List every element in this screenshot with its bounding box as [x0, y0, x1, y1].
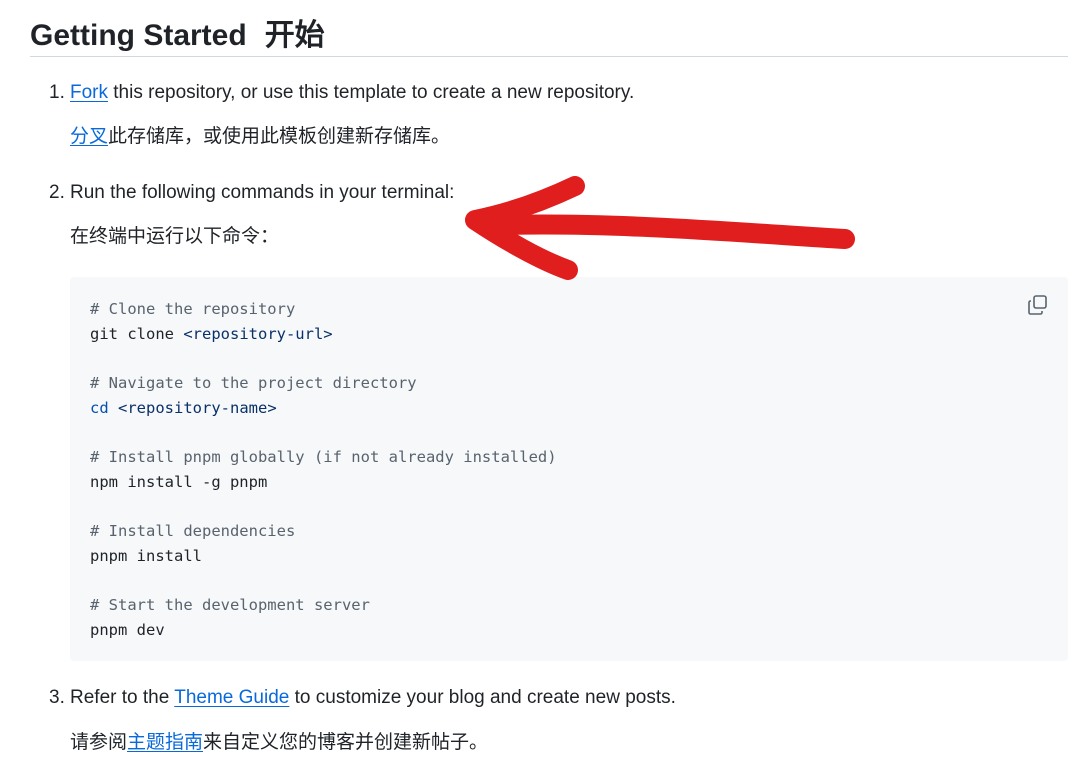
step-1-body-zh: 此存储库，或使用此模板创建新存储库。 [108, 126, 451, 147]
code-command: git clone [90, 325, 184, 343]
step-1-body: this repository, or use this template to… [108, 82, 635, 103]
step-3-text-zh: 请参阅主题指南来自定义您的博客并创建新帖子。 [70, 727, 488, 754]
page-title: Getting Started 开始 [30, 10, 325, 54]
step-3-before: Refer to the [70, 687, 175, 708]
copy-icon[interactable] [1026, 293, 1050, 317]
theme-guide-link-zh[interactable]: 主题指南 [127, 732, 203, 753]
fork-link-zh[interactable]: 分叉 [70, 126, 108, 147]
code-comment: # Install dependencies [90, 522, 296, 540]
code-line: cd <repository-name> [90, 399, 277, 417]
step-2-text-zh: 在终端中运行以下命令： [70, 226, 280, 247]
step-3-after: to customize your blog and create new po… [289, 687, 676, 708]
code-comment: # Navigate to the project directory [90, 374, 417, 392]
code-line: npm install -g pnpm [90, 473, 268, 491]
step-2-text: Run the following commands in your termi… [70, 182, 455, 203]
step-1-text-zh: 分叉此存储库，或使用此模板创建新存储库。 [70, 121, 450, 148]
code-comment: # Clone the repository [90, 300, 296, 318]
code-line: git clone <repository-url> [90, 325, 333, 343]
step-1-number: 1. [49, 82, 65, 103]
code-keyword: cd [90, 399, 109, 417]
page-title-zh: 开始 [264, 19, 325, 52]
code-comment: # Install pnpm globally (if not already … [90, 448, 557, 466]
fork-link[interactable]: Fork [70, 82, 108, 103]
code-placeholder: <repository-url> [183, 325, 333, 343]
code-comment: # Start the development server [90, 596, 370, 614]
step-1-text: Fork this repository, or use this templa… [70, 82, 634, 104]
step-2-number: 2. [49, 182, 65, 203]
step-3-number: 3. [49, 687, 65, 708]
code-line: pnpm dev [90, 621, 165, 639]
theme-guide-link[interactable]: Theme Guide [174, 687, 289, 708]
code-line: pnpm install [90, 547, 202, 565]
code-placeholder: <repository-name> [118, 399, 277, 417]
page-title-en: Getting Started [30, 19, 247, 52]
step-3-before-zh: 请参阅 [70, 732, 128, 753]
code-block: # Clone the repository git clone <reposi… [70, 277, 1068, 661]
heading-divider [30, 56, 1068, 57]
step-3-after-zh: 来自定义您的博客并创建新帖子。 [203, 732, 489, 753]
step-3-text: Refer to the Theme Guide to customize yo… [70, 687, 676, 709]
